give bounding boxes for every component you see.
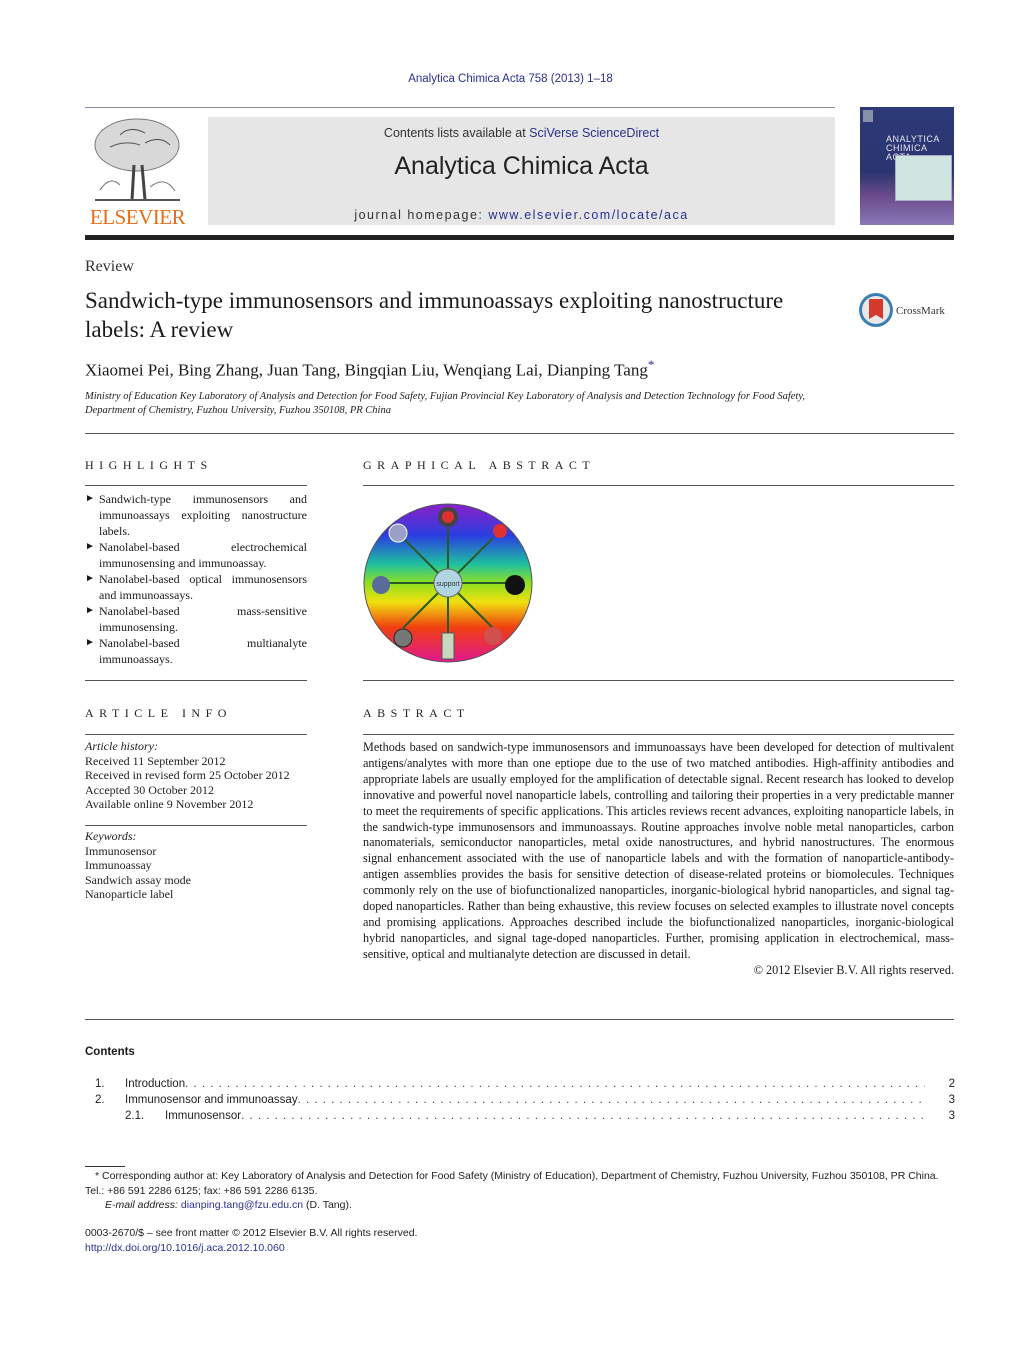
highlight-item: Nanolabel-based multianalyte immunoassay… (85, 635, 307, 667)
keyword: Immunoassay (85, 858, 152, 872)
header-bar (85, 235, 954, 240)
toc-number: 1. (95, 1078, 105, 1090)
crossmark-button[interactable]: CrossMark (858, 291, 958, 329)
crossmark-label: CrossMark (896, 305, 945, 317)
article-title: Sandwich-type immunosensors and immunoas… (85, 288, 784, 342)
journal-reference[interactable]: Analytica Chimica Acta 758 (2013) 1–18 (0, 73, 1021, 85)
keywords: Keywords: Immunosensor Immunoassay Sandw… (85, 829, 307, 902)
toc-leader: . . . . . . . . . . . . . . . . . . . . … (241, 1110, 925, 1122)
abstract-copyright: © 2012 Elsevier B.V. All rights reserved… (753, 962, 954, 977)
toc-entry[interactable]: 2.1. Immunosensor . . . . . . . . . . . … (125, 1110, 955, 1122)
crossmark-icon: CrossMark (859, 293, 945, 327)
history-revised: Received in revised form 25 October 2012 (85, 768, 290, 782)
journal-homepage: journal homepage: www.elsevier.com/locat… (208, 208, 835, 222)
nanoparticle-core-icon (442, 511, 454, 523)
corresponding-author-footnote: * Corresponding author at: Key Laborator… (85, 1169, 955, 1213)
journal-banner: Contents lists available at SciVerse Sci… (208, 117, 835, 225)
author-list: Xiaomei Pei, Bing Zhang, Juan Tang, Bing… (85, 357, 654, 381)
support-label: support (436, 581, 459, 588)
nanoparticle-icon (484, 627, 502, 645)
graphical-abstract-bottom-divider (363, 680, 954, 681)
issn-line: 0003-2670/$ – see front matter © 2012 El… (85, 1227, 418, 1239)
elsevier-logo[interactable]: ELSEVIER (85, 115, 190, 230)
toc-title[interactable]: Immunosensor and immunoassay (125, 1094, 298, 1106)
dendrimer-icon (505, 575, 525, 595)
history-accepted: Accepted 30 October 2012 (85, 782, 214, 797)
authors-names: Xiaomei Pei, Bing Zhang, Juan Tang, Bing… (85, 360, 648, 380)
homepage-prefix: journal homepage: (354, 208, 489, 222)
nanoparticle-icon (388, 523, 408, 543)
doi-link[interactable]: http://dx.doi.org/10.1016/j.aca.2012.10.… (85, 1242, 285, 1254)
keywords-label: Keywords: (85, 829, 137, 843)
footnote-mark: * (95, 1170, 100, 1182)
toc-number: 2.1. (125, 1110, 145, 1122)
cover-image (895, 155, 952, 201)
history-online: Available online 9 November 2012 (85, 797, 254, 811)
title-divider (85, 433, 954, 434)
footnote-email-line: E-mail address: dianping.tang@fzu.edu.cn… (85, 1198, 955, 1213)
contents-prefix: Contents lists available at (383, 126, 530, 140)
toc-entry[interactable]: 2. Immunosensor and immunoassay . . . . … (95, 1094, 955, 1106)
cover-elsevier-icon (863, 110, 873, 122)
article-type: Review (85, 258, 134, 275)
front-matter: 0003-2670/$ – see front matter © 2012 El… (85, 1226, 417, 1256)
nanoparticle-icon (393, 628, 413, 648)
highlight-item: Nanolabel-based optical immunosensors an… (85, 571, 307, 603)
keywords-divider (85, 825, 307, 826)
keyword: Immunosensor (85, 843, 157, 858)
footnote-text: Corresponding author at: Key Laboratory … (85, 1170, 939, 1197)
homepage-link[interactable]: www.elsevier.com/locate/aca (488, 208, 688, 222)
journal-cover[interactable]: ANALYTICA CHIMICA ACTA (860, 107, 954, 225)
toc-number: 2. (95, 1094, 105, 1106)
article-info-heading: ARTICLE INFO (85, 706, 232, 720)
corresponding-author-mark[interactable]: * (648, 357, 655, 372)
toc-entry[interactable]: 1. Introduction . . . . . . . . . . . . … (95, 1078, 955, 1090)
contents-availability: Contents lists available at SciVerse Sci… (208, 126, 835, 140)
footnote-divider (85, 1166, 125, 1167)
abstract-divider (363, 734, 954, 735)
abstract-heading: ABSTRACT (363, 706, 470, 720)
email-suffix: (D. Tang). (303, 1199, 352, 1211)
graphical-abstract-heading: GRAPHICAL ABSTRACT (363, 458, 596, 472)
keyword: Sandwich assay mode (85, 872, 191, 887)
toc-title[interactable]: Immunosensor (165, 1110, 241, 1122)
highlight-item: Sandwich-type immunosensors and immunoas… (85, 491, 307, 539)
footnote-address: * Corresponding author at: Key Laborator… (85, 1169, 955, 1198)
abstract-text: Methods based on sandwich-type immunosen… (363, 740, 954, 961)
email-link[interactable]: dianping.tang@fzu.edu.cn (181, 1199, 303, 1211)
nanoparticle-icon (372, 576, 390, 594)
highlights-list: Sandwich-type immunosensors and immunoas… (85, 491, 307, 667)
publisher-logo-text: ELSEVIER (89, 205, 186, 229)
toc-page: 3 (948, 1094, 955, 1106)
highlights-heading: HIGHLIGHTS (85, 458, 213, 472)
contents-heading: Contents (85, 1046, 135, 1058)
article-info-divider (85, 734, 307, 735)
history-received: Received 11 September 2012 (85, 753, 226, 768)
highlights-bottom-divider (85, 680, 307, 681)
sciencedirect-link[interactable]: SciVerse ScienceDirect (529, 126, 659, 140)
journal-name: Analytica Chimica Acta (394, 152, 649, 180)
highlights-divider (85, 485, 307, 486)
highlight-item: Nanolabel-based electrochemical immunose… (85, 539, 307, 571)
article-history: Article history: Received 11 September 2… (85, 739, 307, 812)
keyword: Nanoparticle label (85, 887, 174, 901)
nanoparticle-icon (493, 524, 507, 538)
toc-leader: . . . . . . . . . . . . . . . . . . . . … (185, 1078, 925, 1090)
abstract-body: Methods based on sandwich-type immunosen… (363, 740, 954, 979)
elsevier-tree-icon (94, 118, 180, 201)
nanotube-icon (441, 632, 455, 660)
abstract-bottom-divider (85, 1019, 954, 1020)
toc-title[interactable]: Introduction (125, 1078, 185, 1090)
email-label: E-mail address: (105, 1199, 178, 1211)
graphical-abstract-divider (363, 485, 954, 486)
highlight-item: Nanolabel-based mass-sensitive immunosen… (85, 603, 307, 635)
affiliation: Ministry of Education Key Laboratory of … (85, 391, 806, 416)
toc-leader: . . . . . . . . . . . . . . . . . . . . … (297, 1094, 925, 1106)
toc-page: 3 (948, 1110, 955, 1122)
toc-page: 2 (948, 1078, 955, 1090)
header-divider (85, 107, 835, 108)
graphical-abstract-image[interactable]: support (363, 503, 533, 663)
history-label: Article history: (85, 739, 158, 753)
